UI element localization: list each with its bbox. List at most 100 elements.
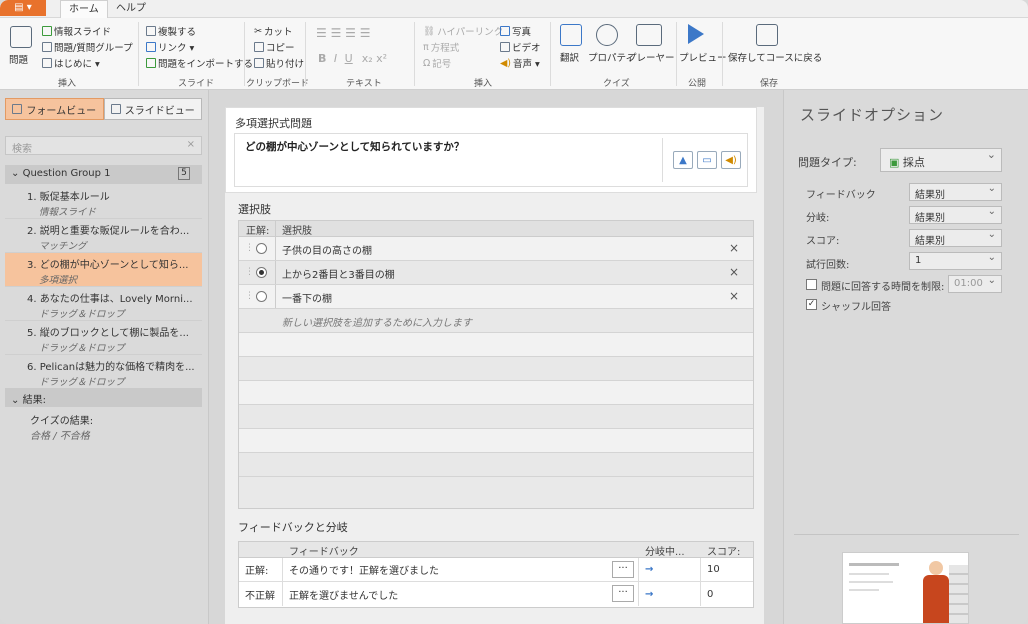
cut-button[interactable]: ✂ カット [254,24,292,39]
question-group-icon [42,42,52,52]
slide-item-6[interactable]: 6. Pelicanは魅力的な価格で精肉を... ドラッグ＆ドロップ [5,355,202,389]
correct-radio[interactable] [256,267,267,278]
delete-icon[interactable]: × [729,241,739,255]
slide-item-1[interactable]: 1. 販促基本ルール 情報スライド [5,185,202,219]
copy-button[interactable]: コピー [254,40,295,54]
time-limit-input[interactable]: 01:00 [948,275,1002,293]
intro-button[interactable]: はじめに ▾ [42,56,100,70]
column-divider [275,261,276,284]
slide-item-2[interactable]: 2. 説明と重要な販促ルールを合わ... マッチング [5,219,202,253]
duplicate-button[interactable]: 複製する [146,24,196,38]
empty-row [239,405,753,429]
empty-row [239,453,753,477]
question-group-header[interactable]: ⌄ Question Group 1 5 [5,165,202,184]
add-choice-row[interactable]: 新しい選択肢を追加するために入力します [239,309,753,333]
form-view-button[interactable]: フォームビュー [5,98,104,120]
more-button[interactable]: ··· [612,561,634,578]
question-group-button[interactable]: 問題/質問グループ [42,40,133,54]
time-limit-label: 問題に回答する時間を制限: [821,282,945,293]
branch-select[interactable]: 結果別 [909,206,1002,224]
search-input[interactable]: 検索 × [5,136,202,155]
paste-button[interactable]: 貼り付け [254,56,304,70]
player-button[interactable]: プレーヤー [627,50,675,64]
correct-radio[interactable] [256,291,267,302]
video-icon[interactable]: ▭ [697,151,717,169]
audio-icon[interactable]: ◀) [721,151,741,169]
ribbon-separator [305,22,306,86]
clear-search-icon[interactable]: × [187,139,195,150]
slide-thumbnail[interactable] [842,552,969,624]
drag-handle-icon[interactable]: ⋮ [245,291,254,301]
video-button[interactable]: ビデオ [500,40,541,54]
tab-home[interactable]: ホーム [60,0,108,18]
choice-row[interactable]: ⋮ 子供の目の高さの棚 × [239,237,753,261]
slide-item-4[interactable]: 4. あなたの仕事は、Lovely Morni... ドラッグ＆ドロップ [5,287,202,321]
slide-item-5[interactable]: 5. 縦のブロックとして棚に製品を... ドラッグ＆ドロップ [5,321,202,355]
link-icon [146,42,156,52]
score-select[interactable]: 結果別 [909,229,1002,247]
choice-text[interactable]: 一番下の棚 [282,290,332,305]
feedback-label: 不正解 [239,582,283,606]
import-questions-button[interactable]: 問題をインポートする [146,56,253,70]
feedback-text-cell[interactable]: その通りです！正解を選びました ··· [283,558,639,581]
symbol-button[interactable]: Ω 記号 [423,56,451,71]
feedback-text-cell[interactable]: 正解を選びませんでした ··· [283,582,639,606]
question-card: 多項選択式問題 どの棚が中心ゾーンとして知られていますか？ ▲ ▭ ◀) [225,107,757,193]
question-editor: 多項選択式問題 どの棚が中心ゾーンとして知られていますか？ ▲ ▭ ◀) 選択肢… [225,107,764,624]
save-return-button[interactable]: 保存してコースに戻る [728,50,822,64]
arrow-right-icon: → [645,564,654,575]
correct-radio[interactable] [256,243,267,254]
question-type-select[interactable]: ▣ 採点 [880,148,1002,172]
info-slide-button[interactable]: 情報スライド [42,24,111,38]
file-menu-button[interactable]: ▤ ▾ [0,0,46,16]
group-publish-label: 公開 [688,79,707,89]
choices-grid-header: 正解: 選択肢 [239,221,753,237]
arrow-right-icon: → [645,588,654,600]
choice-text[interactable]: 子供の目の高さの棚 [282,242,372,257]
empty-row [239,333,753,357]
column-divider [275,221,276,236]
time-limit-checkbox[interactable] [806,279,817,290]
ribbon: 問題 情報スライド 問題/質問グループ はじめに ▾ 挿入 複製する リンク ▾… [0,18,1028,90]
translate-button[interactable]: 翻訳 [560,50,579,64]
feedback-select[interactable]: 結果別 [909,183,1002,201]
copy-icon [254,42,264,52]
equation-button[interactable]: π 方程式 [423,40,459,55]
add-choice-placeholder[interactable]: 新しい選択肢を追加するために入力します [282,314,472,329]
choice-row[interactable]: ⋮ 一番下の棚 × [239,285,753,309]
photo-icon [500,26,510,36]
delete-icon[interactable]: × [729,265,739,279]
audio-button[interactable]: ◀) 音声 ▾ [500,56,540,71]
drag-handle-icon[interactable]: ⋮ [245,267,254,277]
choice-text[interactable]: 上から2番目と3番目の棚 [282,266,395,281]
photo-button[interactable]: 写真 [500,24,531,38]
question-button[interactable]: 問題 [9,52,28,66]
score-cell[interactable]: 10 [701,558,753,581]
question-text-field[interactable]: どの棚が中心ゾーンとして知られていますか？ ▲ ▭ ◀) [234,133,748,187]
results-header[interactable]: ⌄ 結果: [5,388,202,407]
feedback-title: フィードバックと分岐 [238,521,348,534]
link-button[interactable]: リンク ▾ [146,40,194,54]
results-item[interactable]: クイズの結果: 合格 / 不合格 [30,412,93,442]
paste-icon [254,58,264,68]
check-doc-icon: ▣ [889,156,900,169]
shuffle-checkbox[interactable]: ✓ [806,299,817,310]
slide-item-3[interactable]: 3. どの棚が中心ゾーンとして知ら... 多項選択 [5,253,202,287]
branch-cell[interactable]: → [639,582,701,606]
score-cell[interactable]: 0 [701,582,753,606]
preview-button[interactable]: プレビュー [679,50,727,64]
slide-view-button[interactable]: スライドビュー [103,98,202,120]
image-icon[interactable]: ▲ [673,151,693,169]
ribbon-separator [138,22,139,86]
hyperlink-button[interactable]: ⛓ ハイパーリンク [423,24,503,39]
attempts-select[interactable]: 1 [909,252,1002,270]
drag-handle-icon[interactable]: ⋮ [245,243,254,253]
thumb-text-line [849,573,889,575]
choice-row[interactable]: ⋮ 上から2番目と3番目の棚 × [239,261,753,285]
tab-help[interactable]: ヘルプ [108,0,154,18]
branch-cell[interactable]: → [639,558,701,581]
play-icon [688,24,704,44]
more-button[interactable]: ··· [612,585,634,602]
thumb-text-line [849,563,899,566]
delete-icon[interactable]: × [729,289,739,303]
